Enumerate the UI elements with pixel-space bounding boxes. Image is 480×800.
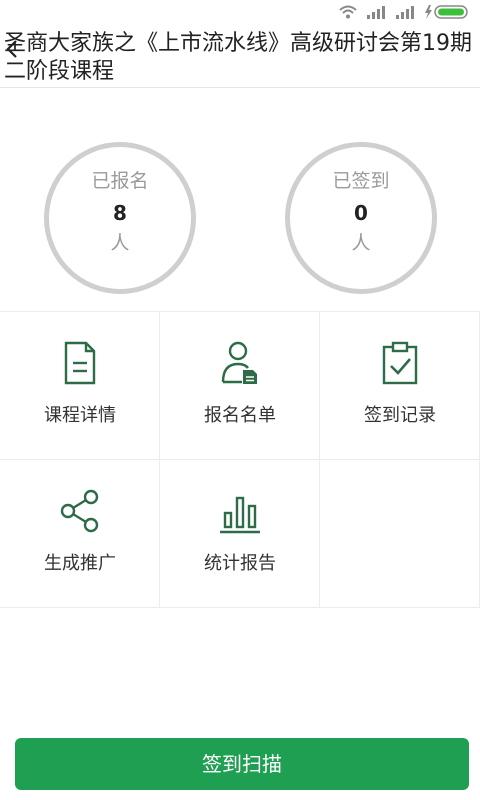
registered-stat: 已报名 8 人 (44, 142, 196, 294)
stats-section: 已报名 8 人 已签到 0 人 (0, 88, 480, 312)
registered-count: 8 (113, 201, 127, 225)
share-icon (60, 489, 99, 533)
document-icon (64, 341, 96, 385)
menu-grid: 课程详情 报名名单 签到记录 生成推广 统计报告 (0, 312, 480, 608)
page-title: 圣商大家族之《上市流水线》高级研讨会第19期二阶段课程 (4, 31, 472, 84)
back-arrow-icon[interactable] (2, 38, 22, 60)
battery-icon (424, 4, 470, 20)
menu-item-registration-list[interactable]: 报名名单 (160, 312, 320, 460)
menu-item-generate-promotion[interactable]: 生成推广 (0, 460, 160, 608)
menu-item-course-details[interactable]: 课程详情 (0, 312, 160, 460)
menu-item-checkin-records[interactable]: 签到记录 (320, 312, 480, 460)
menu-item-label: 统计报告 (204, 553, 276, 574)
bar-chart-icon (220, 496, 260, 534)
menu-item-label: 生成推广 (44, 553, 116, 574)
menu-item-statistics-report[interactable]: 统计报告 (160, 460, 320, 608)
checkin-scan-button[interactable]: 签到扫描 (15, 738, 469, 790)
clipboard-check-icon (382, 341, 418, 385)
registered-unit: 人 (110, 232, 130, 254)
registered-label: 已报名 (91, 170, 149, 192)
status-icons (339, 3, 470, 21)
signal-icon (396, 6, 414, 19)
user-list-icon (221, 341, 257, 384)
menu-item-label: 课程详情 (44, 405, 116, 426)
checked-in-stat: 已签到 0 人 (285, 142, 437, 294)
checked-in-unit: 人 (351, 232, 371, 254)
status-bar (0, 0, 480, 24)
menu-item-label: 报名名单 (204, 405, 276, 426)
checked-in-label: 已签到 (332, 170, 390, 192)
menu-item-label: 签到记录 (364, 405, 436, 426)
header: 圣商大家族之《上市流水线》高级研讨会第19期二阶段课程 (0, 24, 480, 88)
signal-icon (367, 6, 385, 19)
wifi-icon (339, 5, 357, 19)
checked-in-count: 0 (354, 201, 368, 225)
menu-empty-cell (320, 460, 480, 608)
